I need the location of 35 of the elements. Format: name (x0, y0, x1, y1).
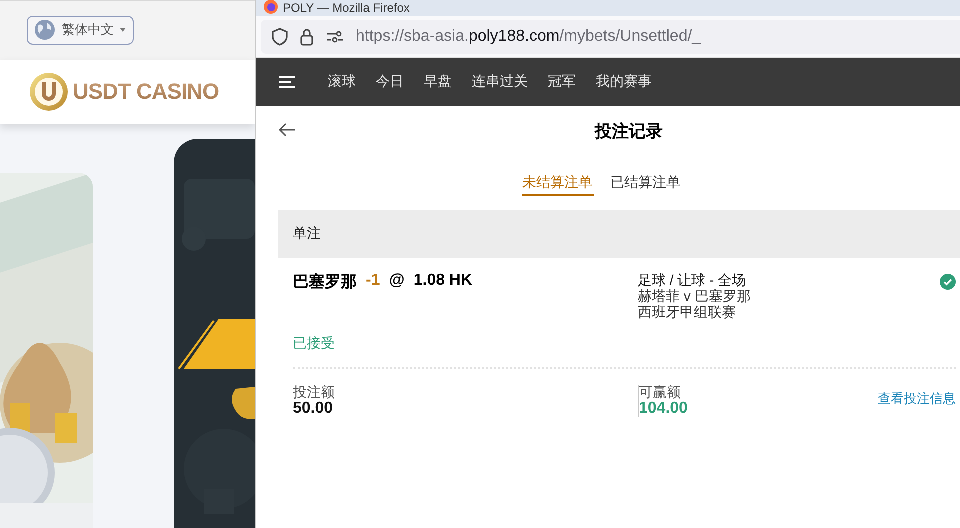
logo-emblem-icon (29, 72, 69, 112)
caret-icon (120, 28, 126, 32)
menu-button[interactable] (279, 76, 295, 88)
back-button[interactable] (278, 123, 296, 137)
shield-icon (272, 28, 288, 46)
window-title: POLY — Mozilla Firefox (283, 1, 410, 15)
details-link[interactable]: 查看投注信息 (878, 390, 956, 417)
nav-tab[interactable]: 连串过关 (472, 73, 528, 91)
payout-value: 104.00 (639, 400, 689, 417)
nav-tab[interactable]: 我的赛事 (596, 73, 652, 91)
globe-icon (34, 19, 56, 41)
url-text: https://sba-asia.poly188.com/mybets/Unsettled/_ (356, 28, 702, 46)
league-text: 西班牙甲组联赛 (638, 304, 737, 320)
nav-tab[interactable]: 早盘 (424, 73, 452, 91)
permissions-icon (326, 30, 344, 42)
section-header: 单注 (278, 210, 960, 258)
menu-icon (279, 76, 295, 88)
market-text: 足球 / 让球 - 全场 (638, 272, 748, 288)
match-text: 赫塔菲 v 巴塞罗那 (638, 288, 752, 304)
status-text: 已接受 (293, 335, 336, 353)
language-dropdown[interactable]: 繁体中文 (27, 16, 134, 44)
stake-value: 50.00 (293, 400, 334, 417)
page-title: 投注记录 (594, 120, 664, 142)
nav-tab[interactable]: 今日 (376, 73, 404, 91)
firefox-icon (264, 0, 278, 14)
lock-icon (300, 28, 314, 46)
tab[interactable]: 未结算注单 (522, 166, 594, 196)
nav-tab[interactable]: 冠军 (548, 73, 576, 91)
bet-selection: 巴塞罗那 -1 @ 1.08 HK (293, 272, 474, 293)
tab[interactable]: 已结算注单 (610, 166, 682, 196)
back-arrow-icon (278, 123, 296, 137)
stake-label: 投注额 (293, 385, 336, 400)
address-bar[interactable]: https://sba-asia.poly188.com/mybets/Unsettled/_ (261, 20, 960, 54)
nav-tab[interactable]: 滚球 (328, 73, 356, 91)
payout-label: 可赢额 (639, 385, 682, 400)
